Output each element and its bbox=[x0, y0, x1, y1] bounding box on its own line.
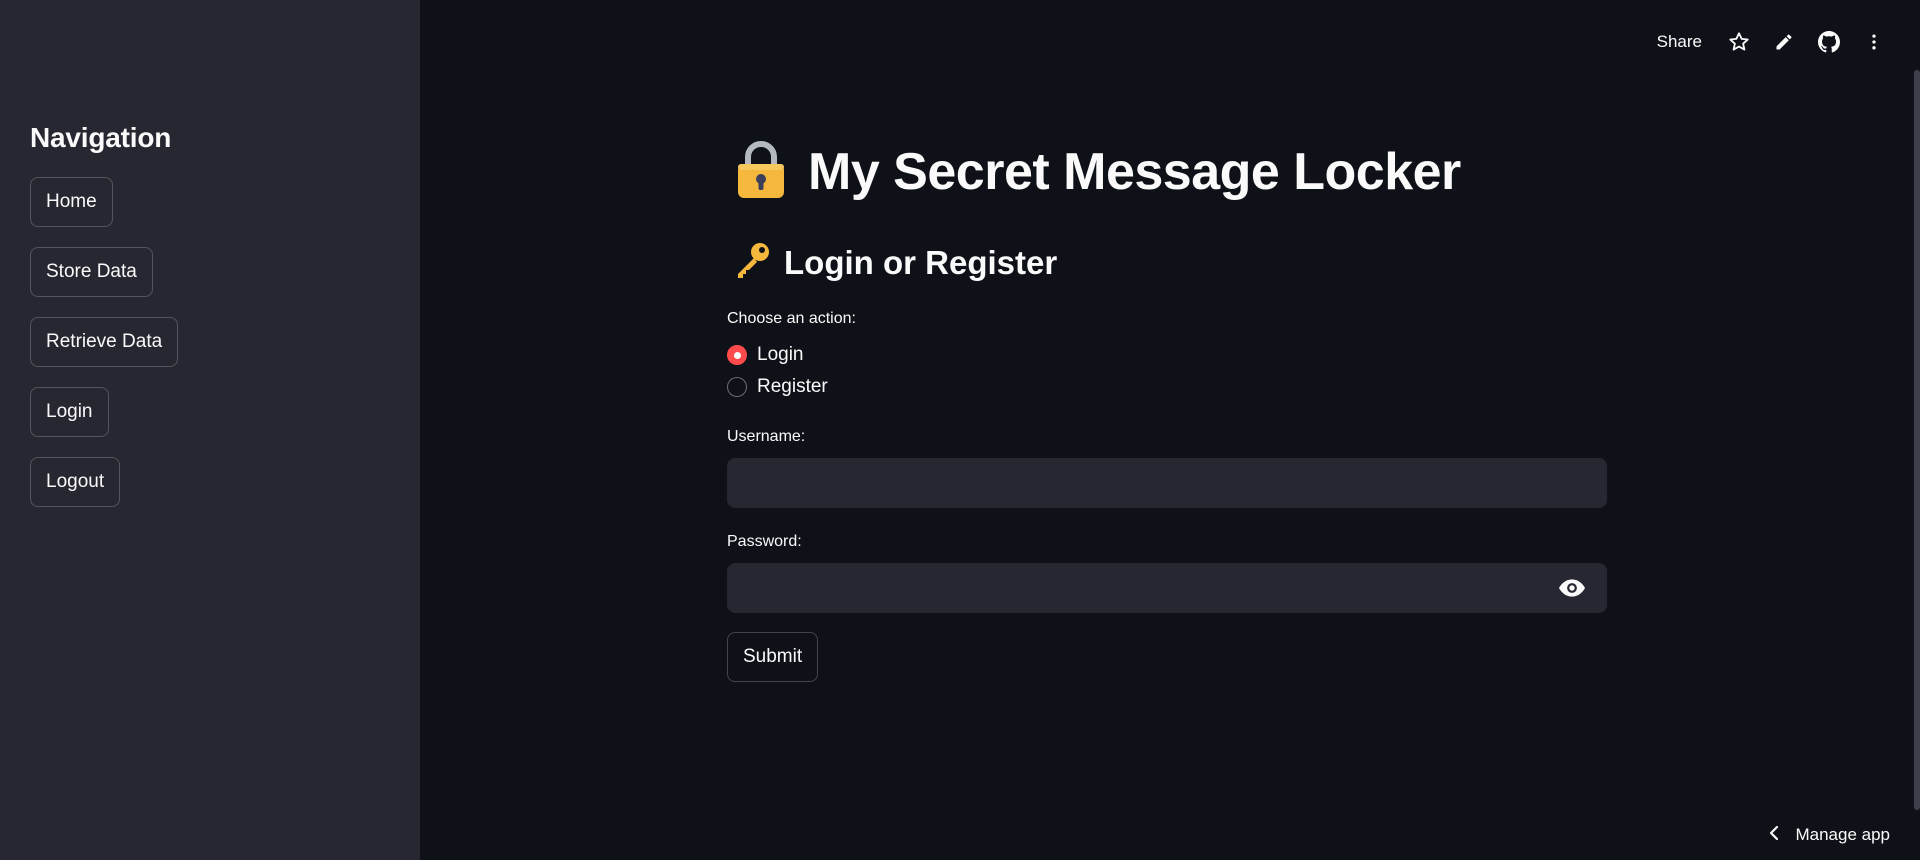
scrollbar[interactable] bbox=[1914, 70, 1920, 810]
sidebar-button-logout[interactable]: Logout bbox=[30, 457, 121, 507]
manage-app-label: Manage app bbox=[1795, 825, 1890, 844]
page-title-row: My Secret Message Locker bbox=[736, 140, 1461, 203]
sidebar: Navigation Home Store Data Retrieve Data… bbox=[0, 0, 420, 860]
username-input[interactable] bbox=[727, 458, 1607, 508]
radio-unselected-indicator[interactable] bbox=[727, 377, 747, 397]
lock-icon bbox=[736, 140, 786, 203]
sidebar-title: Navigation bbox=[30, 122, 172, 153]
submit-button[interactable]: Submit bbox=[727, 632, 819, 682]
username-label: Username: bbox=[727, 428, 806, 445]
action-label: Choose an action: bbox=[727, 310, 856, 327]
manage-app-button[interactable]: Manage app bbox=[1767, 820, 1890, 850]
chevron-left-icon bbox=[1767, 825, 1781, 846]
sidebar-button-login[interactable]: Login bbox=[30, 387, 109, 437]
password-input[interactable] bbox=[727, 563, 1607, 613]
sidebar-button-store-data[interactable]: Store Data bbox=[30, 247, 153, 297]
radio-register[interactable]: Register bbox=[727, 376, 828, 398]
subheader: Login or Register bbox=[784, 243, 1058, 281]
sidebar-button-retrieve-data[interactable]: Retrieve Data bbox=[30, 317, 179, 367]
radio-login-label: Login bbox=[757, 344, 804, 365]
eye-icon[interactable] bbox=[1552, 574, 1592, 602]
sidebar-button-home[interactable]: Home bbox=[30, 177, 113, 227]
key-icon bbox=[732, 240, 772, 285]
subheader-row: Login or Register bbox=[732, 240, 1057, 285]
app-root: Navigation Home Store Data Retrieve Data… bbox=[0, 0, 1920, 860]
page-title: My Secret Message Locker bbox=[808, 142, 1461, 201]
radio-selected-indicator[interactable] bbox=[727, 345, 747, 365]
password-label: Password: bbox=[727, 533, 802, 550]
radio-register-label: Register bbox=[757, 376, 828, 397]
main-content: My Secret Message Locker Login or Regist… bbox=[420, 0, 1920, 860]
radio-login[interactable]: Login bbox=[727, 344, 804, 366]
